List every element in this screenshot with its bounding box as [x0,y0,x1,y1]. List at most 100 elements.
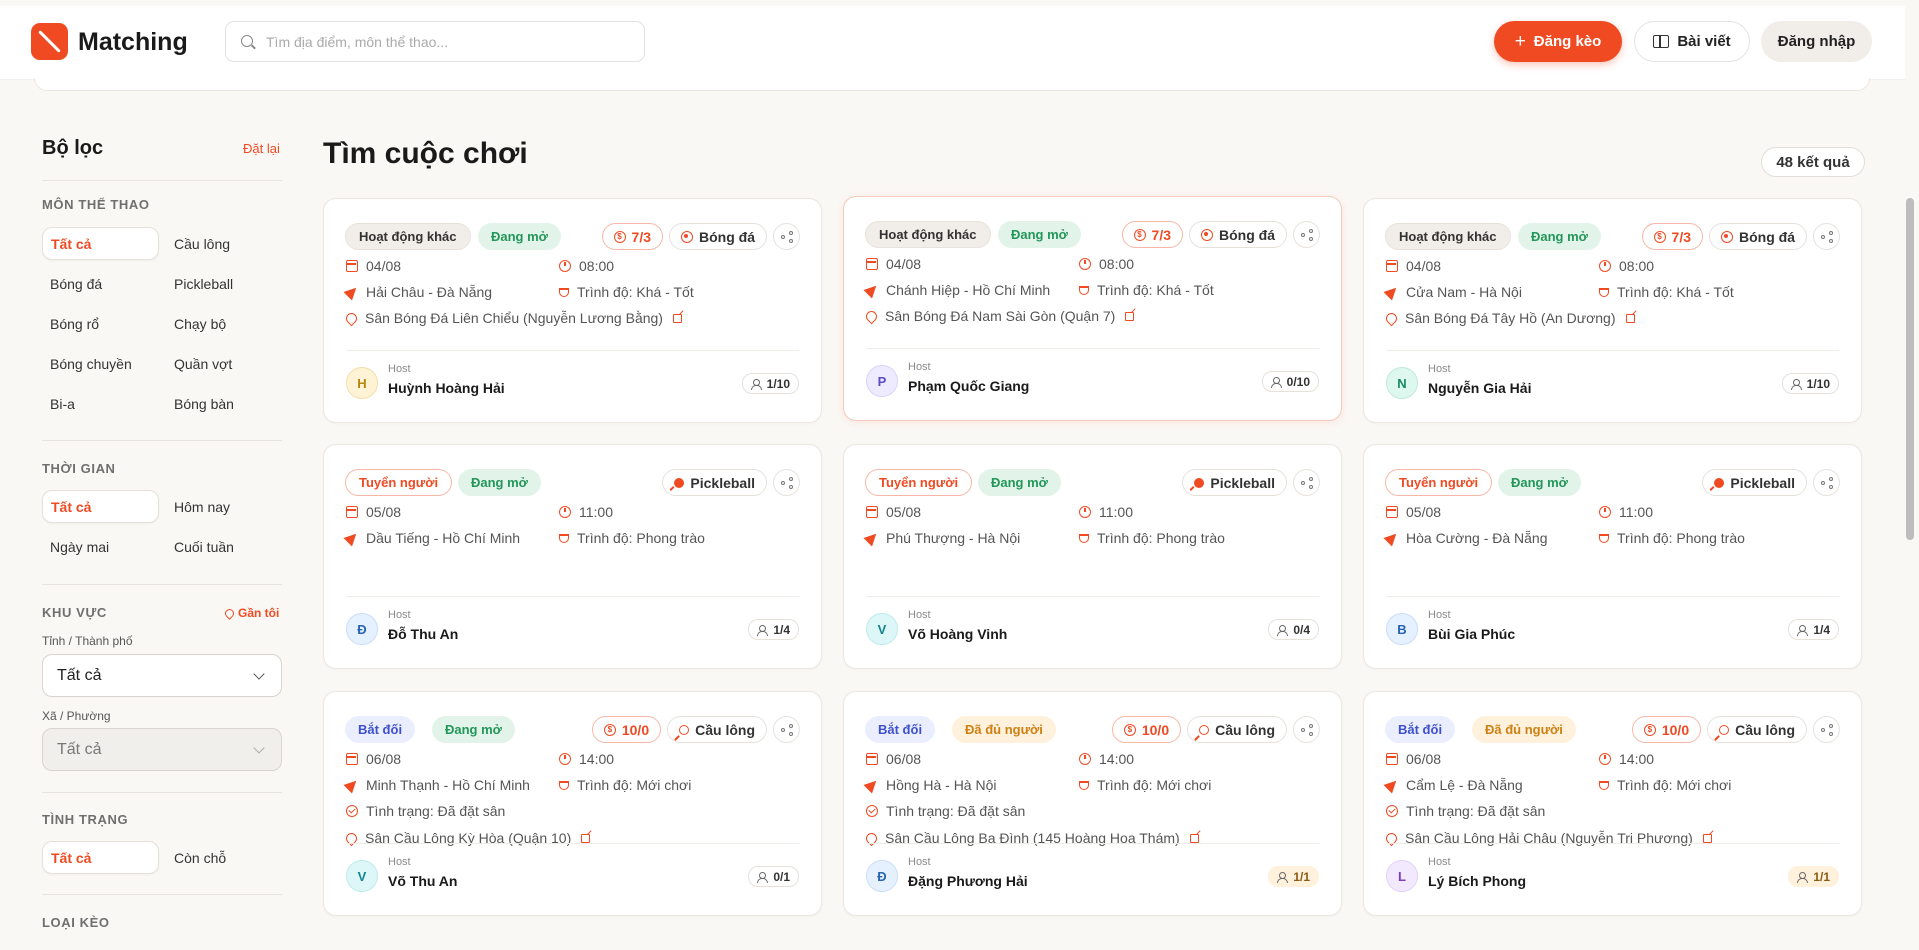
share-button[interactable] [1813,716,1840,743]
match-card[interactable]: Tuyển người Đang mở Pickleball 05/08 11:00 Dầ… [323,444,822,669]
host-name: Nguyễn Gia Hải [1428,380,1532,396]
sport-text: Pickleball [1730,474,1795,491]
external-link-icon[interactable] [1125,311,1135,321]
sport-chip-football[interactable]: Bóng đá [42,267,159,300]
venue-info: Sân Bóng Đá Nam Sài Gòn (Quận 7) [863,308,1135,324]
participant-count-text: 1/1 [1293,869,1310,884]
scrollbar[interactable] [1906,198,1914,540]
share-button[interactable] [773,716,800,743]
external-link-icon[interactable] [672,313,682,323]
share-button[interactable] [1813,223,1840,250]
host-label: Host [908,609,931,621]
match-type-heading: LOẠI KÈO [42,915,110,930]
time-chip-weekend[interactable]: Cuối tuần [166,530,283,563]
clock-icon [1599,753,1611,765]
sport-chip-tennis[interactable]: Quần vợt [166,347,283,380]
time-chip-today[interactable]: Hôm nay [166,490,283,523]
chevron-down-icon [253,742,265,754]
external-link-icon[interactable] [581,833,591,843]
time-chip-tomorrow[interactable]: Ngày mai [42,530,159,563]
sport-chip-running[interactable]: Chạy bộ [166,307,283,340]
host-label: Host [388,609,411,621]
participant-count-text: 0/4 [1293,622,1310,637]
time-info-text: 14:00 [1619,751,1655,767]
divider [866,843,1319,844]
sport-chip-pickleball[interactable]: Pickleball [166,267,283,300]
province-select[interactable]: Tất cả [42,654,282,697]
participant-count: 1/4 [1788,619,1839,640]
time-info: 08:00 [559,258,614,274]
reset-filters-link[interactable]: Đặt lại [243,141,280,156]
articles-button[interactable]: Bài viết [1634,21,1750,62]
share-button[interactable] [1293,221,1320,248]
type-badge: Bắt đối [345,716,416,743]
external-link-icon[interactable] [1189,833,1199,843]
participant-count: 1/10 [741,373,799,394]
match-card[interactable]: Bắt đối Đang mở $10/0 Cầu lông 06/08 14:00 Min… [323,691,822,916]
clock-icon [559,260,571,272]
host-name: Bùi Gia Phúc [1428,626,1516,642]
status-badge: Đang mở [458,469,541,496]
time-info: 11:00 [559,504,613,520]
clock-icon [559,753,571,765]
time-info: 14:00 [1599,751,1654,767]
share-button[interactable] [1293,716,1320,743]
share-icon [1300,723,1313,736]
time-info: 11:00 [1079,504,1133,520]
date-info-text: 06/08 [886,751,922,767]
date-info-text: 06/08 [366,751,402,767]
status-badge: Đang mở [432,716,515,743]
time-chip-all[interactable]: Tất cả [42,490,159,523]
share-button[interactable] [773,469,800,496]
external-link-icon[interactable] [1625,313,1635,323]
logo-icon[interactable] [31,23,68,60]
time-info: 14:00 [1079,751,1134,767]
status-badge: Đang mở [998,221,1081,248]
venue-info-text: Sân Bóng Đá Nam Sài Gòn (Quận 7) [885,308,1116,324]
sport-chip-billiards[interactable]: Bi-a [42,387,159,420]
time-info: 08:00 [1599,258,1654,274]
match-card[interactable]: Tuyển người Đang mở Pickleball 05/08 11:00 Ph… [843,444,1342,669]
status-chip-available[interactable]: Còn chỗ [166,841,283,874]
sport-chip-basketball[interactable]: Bóng rổ [42,307,159,340]
near-me-button[interactable]: Gần tôi [223,606,279,620]
share-button[interactable] [1813,469,1840,496]
host-name: Phạm Quốc Giang [908,378,1030,394]
match-card[interactable]: Hoạt động khác Đang mở $7/3 Bóng đá 04/08 08:… [323,198,822,423]
match-card[interactable]: Tuyển người Đang mở Pickleball 05/08 11:00 Hò… [1363,444,1862,669]
sport-chip-table-tennis[interactable]: Bóng bàn [166,387,283,420]
post-match-label: Đăng kèo [1533,33,1602,50]
sport-pill: Cầu lông [1187,716,1287,743]
coin-icon: $ [613,230,626,243]
match-card[interactable]: Bắt đối Đã đủ người $10/0 Cầu lông 06/08 14:0… [843,691,1342,916]
external-link-icon[interactable] [1702,833,1712,843]
calendar-icon [346,506,358,518]
match-card[interactable]: Bắt đối Đã đủ người $10/0 Cầu lông 06/08 14:0… [1363,691,1862,916]
search-input[interactable] [266,31,626,53]
share-button[interactable] [1293,469,1320,496]
sport-chip-all[interactable]: Tất cả [42,227,159,260]
time-info-text: 11:00 [579,504,613,520]
host-name: Huỳnh Hoàng Hải [388,380,505,396]
brand-name[interactable]: Matching [78,28,188,57]
type-badge: Bắt đối [865,716,936,743]
post-match-button[interactable]: + Đăng kèo [1494,21,1622,62]
sport-chip-badminton[interactable]: Cầu lông [166,227,283,260]
check-circle-icon [346,805,358,817]
status-heading: TÌNH TRẠNG [42,812,129,827]
status-badge: Đang mở [478,223,561,250]
sport-chip-volleyball[interactable]: Bóng chuyền [42,347,159,380]
location-info: Cửa Nam - Hà Nội [1383,283,1522,301]
sport-pill: Pickleball [1702,469,1807,496]
trophy-icon [1079,285,1089,295]
login-button[interactable]: Đăng nhập [1761,21,1872,62]
date-info: 05/08 [866,504,921,520]
share-button[interactable] [773,223,800,250]
match-card[interactable]: Hoạt động khác Đang mở $7/3 Bóng đá 04/08 08:… [843,196,1342,421]
price-text: 7/3 [1151,226,1171,243]
ward-select[interactable]: Tất cả [42,728,282,771]
match-card[interactable]: Hoạt động khác Đang mở $7/3 Bóng đá 04/08 08:… [1363,198,1862,423]
avatar: B [1386,613,1418,645]
search-box[interactable] [225,21,645,62]
status-chip-all[interactable]: Tất cả [42,841,159,874]
